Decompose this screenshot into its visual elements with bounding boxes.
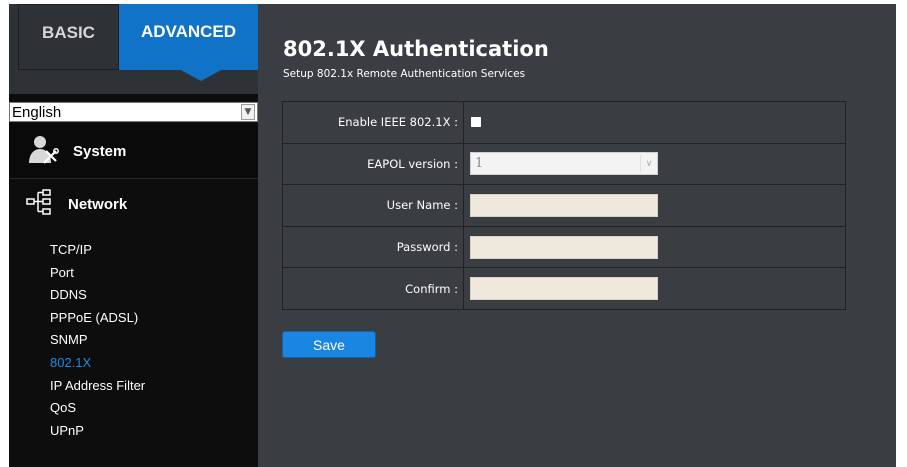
sidebar-item-label: Network [68,195,128,213]
sidebar-item-ip-address-filter[interactable]: IP Address Filter [9,375,258,398]
sidebar-item-snmp[interactable]: SNMP [9,329,258,352]
network-submenu: TCP/IP Port DDNS PPPoE (ADSL) SNMP 802.1… [9,239,258,442]
enable-label: Enable IEEE 802.1X : [283,102,464,143]
page-title: 802.1X Authentication [283,37,549,61]
form-row-password: Password : [283,226,845,269]
form-row-confirm: Confirm : [283,268,845,309]
user-wrench-icon [27,133,59,169]
sidebar-item-8021x[interactable]: 802.1X [9,352,258,375]
sidebar-item-network[interactable]: Network [9,179,258,229]
eapol-label: EAPOL version : [283,143,464,185]
tab-basic[interactable]: BASIC [18,4,119,70]
eapol-version-value: 1 [475,156,484,172]
tab-advanced[interactable]: ADVANCED [119,4,258,70]
confirm-input[interactable] [470,277,658,301]
sidebar-item-port[interactable]: Port [9,262,258,285]
confirm-label: Confirm : [283,268,464,309]
mode-tabs: BASIC ADVANCED [9,4,258,94]
eapol-version-select[interactable]: 1 ∨ [470,152,658,176]
sidebar-item-upnp[interactable]: UPnP [9,420,258,443]
form-row-enable: Enable IEEE 802.1X : [283,102,845,144]
username-label: User Name : [283,185,464,226]
language-value: English [12,103,62,121]
sidebar-item-pppoe[interactable]: PPPoE (ADSL) [9,307,258,330]
sidebar-item-ddns[interactable]: DDNS [9,284,258,307]
password-input[interactable] [470,235,658,259]
password-label: Password : [283,226,464,268]
sidebar-item-qos[interactable]: QoS [9,397,258,420]
username-input[interactable] [470,193,658,217]
network-tree-icon [26,188,54,220]
enable-checkbox[interactable] [471,117,481,128]
main-panel: 802.1X Authentication Setup 802.1x Remot… [258,4,896,467]
settings-form: Enable IEEE 802.1X : EAPOL version : 1 ∨… [282,101,846,310]
active-tab-indicator [179,69,223,81]
form-row-username: User Name : [283,185,845,227]
form-row-eapol: EAPOL version : 1 ∨ [283,143,845,186]
sidebar: BASIC ADVANCED English ▼ System Network … [9,4,267,467]
save-button[interactable]: Save [282,331,376,358]
sidebar-item-tcpip[interactable]: TCP/IP [9,239,258,262]
language-select[interactable]: English ▼ [9,102,258,122]
chevron-down-icon[interactable]: ∨ [640,155,657,173]
page-subtitle: Setup 802.1x Remote Authentication Servi… [283,68,526,80]
chevron-down-icon[interactable]: ▼ [241,104,255,120]
sidebar-item-label: System [73,142,127,160]
sidebar-item-system[interactable]: System [9,124,258,179]
app-frame: BASIC ADVANCED English ▼ System Network … [9,4,896,467]
